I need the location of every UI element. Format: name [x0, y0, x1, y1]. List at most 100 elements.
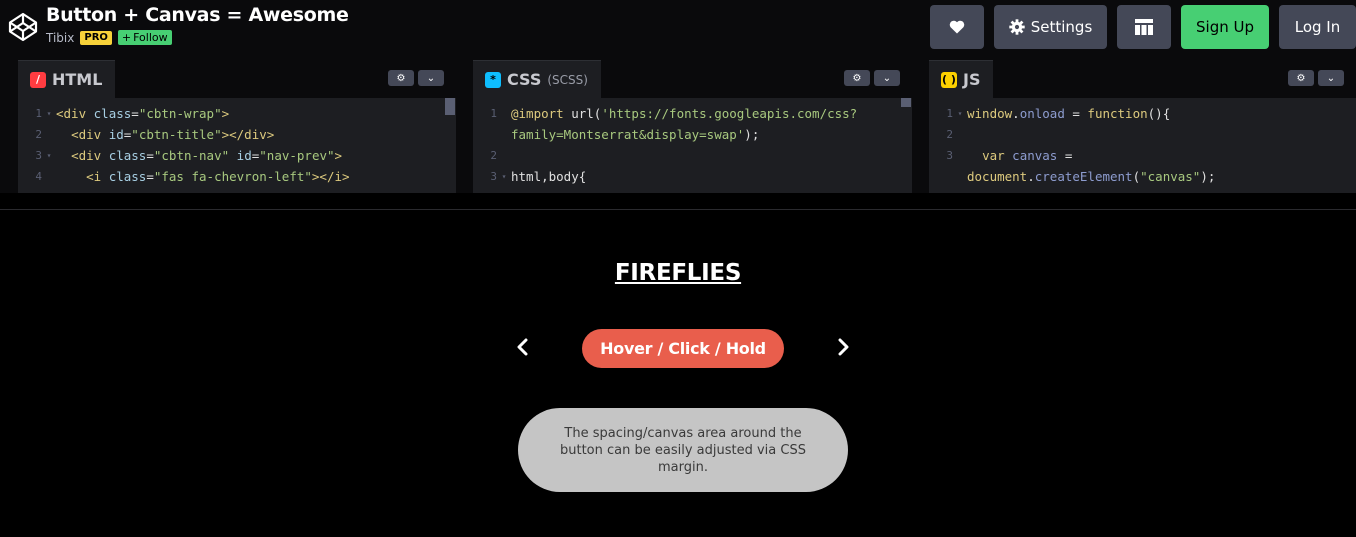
- code-line[interactable]: 1 ▾ window.onload = function(){: [929, 103, 1356, 124]
- html-settings-gear-icon[interactable]: ⚙: [388, 70, 414, 86]
- tab-html-label: HTML: [52, 70, 103, 89]
- line-number: 3: [490, 170, 497, 183]
- code-text: <div class="cbtn-wrap">: [56, 106, 230, 121]
- nav-next-chevron-right-icon[interactable]: [832, 336, 854, 358]
- css-lang-icon: *: [485, 71, 501, 88]
- code-text: <i class="fas fa-chevron-left"></i>: [86, 169, 350, 184]
- heart-icon: [949, 20, 965, 34]
- code-line[interactable]: 2: [929, 124, 1356, 145]
- codepen-logo-icon[interactable]: [8, 12, 38, 42]
- css-tab-bar: * CSS (SCSS) ⚙ ⌄: [473, 60, 912, 98]
- js-tab-bar: ( ) JS ⚙ ⌄: [929, 60, 1356, 98]
- js-chevron-down-icon[interactable]: ⌄: [1318, 70, 1344, 86]
- info-note: The spacing/canvas area around the butto…: [518, 408, 848, 492]
- tab-css-preprocessor: (SCSS): [547, 72, 588, 87]
- follow-button[interactable]: + Follow: [117, 30, 172, 45]
- code-text: html,body{: [511, 169, 587, 184]
- sign-up-button[interactable]: Sign Up: [1181, 5, 1269, 49]
- pro-badge: PRO: [80, 30, 112, 45]
- code-line[interactable]: 2: [473, 145, 912, 166]
- love-button[interactable]: [930, 5, 984, 49]
- tab-css-label: CSS: [507, 70, 542, 89]
- fold-gutter: [42, 166, 56, 187]
- html-editor-panel: / HTML ⚙ ⌄ 1 ▾ <div class="cbtn-wrap"> 2 <d…: [18, 60, 456, 193]
- line-number: [473, 124, 497, 145]
- js-tab-tools: ⚙ ⌄: [1288, 70, 1344, 86]
- line-number: [929, 166, 953, 187]
- gear-icon: [1009, 19, 1025, 35]
- author-row: Tibix PRO + Follow: [46, 30, 172, 45]
- css-tab-tools: ⚙ ⌄: [844, 70, 900, 86]
- fold-arrow-icon[interactable]: ▾: [42, 103, 56, 124]
- line-number: 1: [946, 107, 953, 120]
- preview-title: FIREFLIES: [614, 260, 742, 286]
- fold-gutter: [42, 124, 56, 145]
- code-text: document.createElement("canvas");: [967, 169, 1216, 184]
- code-text: var canvas =: [982, 148, 1073, 163]
- js-settings-gear-icon[interactable]: ⚙: [1288, 70, 1314, 86]
- change-view-button[interactable]: [1117, 5, 1171, 49]
- css-scrollbar[interactable]: [901, 98, 911, 107]
- line-number: 4: [35, 170, 42, 183]
- fold-arrow-icon[interactable]: ▾: [497, 166, 511, 187]
- nav-prev-chevron-left-icon[interactable]: [512, 336, 534, 358]
- code-text: window.onload = function(){: [967, 106, 1171, 121]
- css-editor-panel: * CSS (SCSS) ⚙ ⌄ 1 @import url('https://f…: [473, 60, 912, 193]
- html-code-area[interactable]: 1 ▾ <div class="cbtn-wrap"> 2 <div id="cbtn…: [18, 98, 456, 187]
- fold-arrow-icon[interactable]: ▾: [42, 145, 56, 166]
- line-number: 1: [35, 107, 42, 120]
- code-line[interactable]: 1 @import url('https://fonts.googleapis.c…: [473, 103, 912, 124]
- author-name[interactable]: Tibix: [46, 31, 74, 45]
- header-bar: Button + Canvas = Awesome Tibix PRO + Fo…: [0, 0, 1356, 60]
- line-number: 2: [946, 128, 953, 141]
- tab-js[interactable]: ( ) JS: [929, 60, 994, 98]
- line-number: 3: [946, 149, 953, 162]
- code-line[interactable]: 4 <i class="fas fa-chevron-left"></i>: [18, 166, 456, 187]
- css-chevron-down-icon[interactable]: ⌄: [874, 70, 900, 86]
- fold-gutter: [953, 145, 967, 166]
- tab-html[interactable]: / HTML: [18, 60, 116, 98]
- fold-gutter: [953, 124, 967, 145]
- log-in-button[interactable]: Log In: [1279, 5, 1356, 49]
- fold-gutter: [497, 103, 511, 124]
- editors-area: / HTML ⚙ ⌄ 1 ▾ <div class="cbtn-wrap"> 2 <d…: [0, 60, 1356, 193]
- html-chevron-down-icon[interactable]: ⌄: [418, 70, 444, 86]
- html-scrollbar[interactable]: [445, 98, 455, 115]
- tab-js-label: JS: [963, 70, 981, 89]
- tab-css[interactable]: * CSS (SCSS): [473, 60, 601, 98]
- html-tab-tools: ⚙ ⌄: [388, 70, 444, 86]
- fold-gutter: [953, 166, 967, 187]
- code-line[interactable]: 3 var canvas =: [929, 145, 1356, 166]
- js-code-area[interactable]: 1 ▾ window.onload = function(){ 2 3 var canv…: [929, 98, 1356, 187]
- line-number: 3: [35, 149, 42, 162]
- line-number: 1: [490, 107, 497, 120]
- pen-title[interactable]: Button + Canvas = Awesome: [46, 4, 349, 26]
- settings-button[interactable]: Settings: [994, 5, 1107, 49]
- follow-label: Follow: [133, 31, 168, 44]
- js-editor-panel: ( ) JS ⚙ ⌄ 1 ▾ window.onload = function(){…: [929, 60, 1356, 193]
- code-text: <div class="cbtn-nav" id="nav-prev">: [71, 148, 343, 163]
- resize-divider[interactable]: [0, 209, 1356, 210]
- js-lang-icon: ( ): [941, 71, 957, 88]
- code-text: @import url('https://fonts.googleapis.co…: [511, 106, 858, 121]
- css-settings-gear-icon[interactable]: ⚙: [844, 70, 870, 86]
- code-line[interactable]: 3 ▾ html,body{: [473, 166, 912, 187]
- code-line[interactable]: 3 ▾ <div class="cbtn-nav" id="nav-prev">: [18, 145, 456, 166]
- code-text: <div id="cbtn-title"></div>: [71, 127, 275, 142]
- line-number: 2: [490, 149, 497, 162]
- code-line[interactable]: 1 ▾ <div class="cbtn-wrap">: [18, 103, 456, 124]
- code-line[interactable]: document.createElement("canvas");: [929, 166, 1356, 187]
- code-line[interactable]: 2 <div id="cbtn-title"></div>: [18, 124, 456, 145]
- code-text: family=Montserrat&display=swap');: [511, 127, 760, 142]
- fold-arrow-icon[interactable]: ▾: [953, 103, 967, 124]
- layout-icon: [1135, 19, 1153, 35]
- line-number: 2: [35, 128, 42, 141]
- code-line[interactable]: family=Montserrat&display=swap');: [473, 124, 912, 145]
- hover-click-hold-button[interactable]: Hover / Click / Hold: [582, 329, 784, 368]
- plus-icon: +: [121, 31, 132, 44]
- settings-label: Settings: [1030, 18, 1093, 36]
- html-lang-icon: /: [30, 71, 46, 88]
- css-code-area[interactable]: 1 @import url('https://fonts.googleapis.c…: [473, 98, 912, 187]
- fold-gutter: [497, 124, 511, 145]
- html-tab-bar: / HTML ⚙ ⌄: [18, 60, 456, 98]
